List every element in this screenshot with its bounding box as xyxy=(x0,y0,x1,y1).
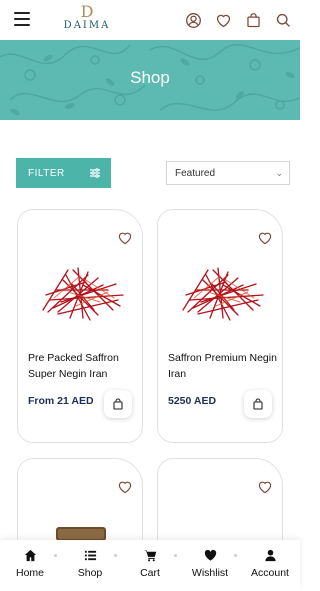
bottom-nav: Home Shop Cart Wishlist Account xyxy=(0,540,300,591)
list-icon xyxy=(84,550,96,561)
heart-icon xyxy=(204,549,216,561)
saffron-image[interactable] xyxy=(28,240,134,330)
logo[interactable]: D DAIMA xyxy=(62,4,112,32)
saffron-image[interactable] xyxy=(168,240,274,330)
logo-mark: D xyxy=(80,2,94,21)
account-icon[interactable] xyxy=(182,10,204,30)
sliders-icon xyxy=(90,168,100,178)
product-name[interactable]: Saffron Premium Negin Iran xyxy=(168,350,280,382)
nav-home[interactable]: Home xyxy=(0,540,60,591)
home-icon xyxy=(24,549,36,562)
menu-icon[interactable] xyxy=(14,12,30,26)
page-title: Shop xyxy=(130,68,170,87)
nav-label: Home xyxy=(15,567,44,579)
nav-label: Cart xyxy=(140,567,160,579)
bag-icon[interactable] xyxy=(242,10,264,30)
bag-icon xyxy=(113,398,123,410)
nav-label: Account xyxy=(251,567,289,579)
nav-shop[interactable]: Shop xyxy=(60,540,120,591)
product-price: From 21 AED xyxy=(28,395,94,407)
user-icon xyxy=(264,549,276,562)
product-name[interactable]: Pre Packed Saffron Super Negin Iran xyxy=(28,350,140,382)
nav-separator xyxy=(234,554,237,557)
filter-label: FILTER xyxy=(28,167,65,179)
nav-account[interactable]: Account xyxy=(240,540,300,591)
logo-text: DAIMA xyxy=(63,20,111,31)
wishlist-icon[interactable] xyxy=(212,10,234,30)
sort-select[interactable]: Featured ⌄ xyxy=(166,161,290,185)
shop-banner: Shop xyxy=(0,40,300,120)
product-card[interactable]: Pre Packed Saffron Super Negin Iran From… xyxy=(17,209,143,443)
header: D DAIMA xyxy=(0,0,300,40)
search-icon[interactable] xyxy=(272,10,294,30)
nav-label: Wishlist xyxy=(191,567,229,579)
sort-value: Featured xyxy=(175,167,216,179)
product-card[interactable]: Saffron Premium Negin Iran 5250 AED xyxy=(157,209,283,443)
nav-wishlist[interactable]: Wishlist xyxy=(180,540,240,591)
product-price: 5250 AED xyxy=(168,395,217,407)
cart-icon xyxy=(143,550,156,562)
add-to-cart-button[interactable] xyxy=(104,390,132,418)
nav-label: Shop xyxy=(77,567,103,579)
chevron-down-icon: ⌄ xyxy=(275,167,283,178)
nav-separator xyxy=(114,554,117,557)
bag-icon xyxy=(253,398,263,410)
filter-button[interactable]: FILTER xyxy=(16,158,111,188)
add-to-cart-button[interactable] xyxy=(244,390,272,418)
nav-separator xyxy=(174,554,177,557)
nav-cart[interactable]: Cart xyxy=(120,540,180,591)
nav-separator xyxy=(54,554,57,557)
